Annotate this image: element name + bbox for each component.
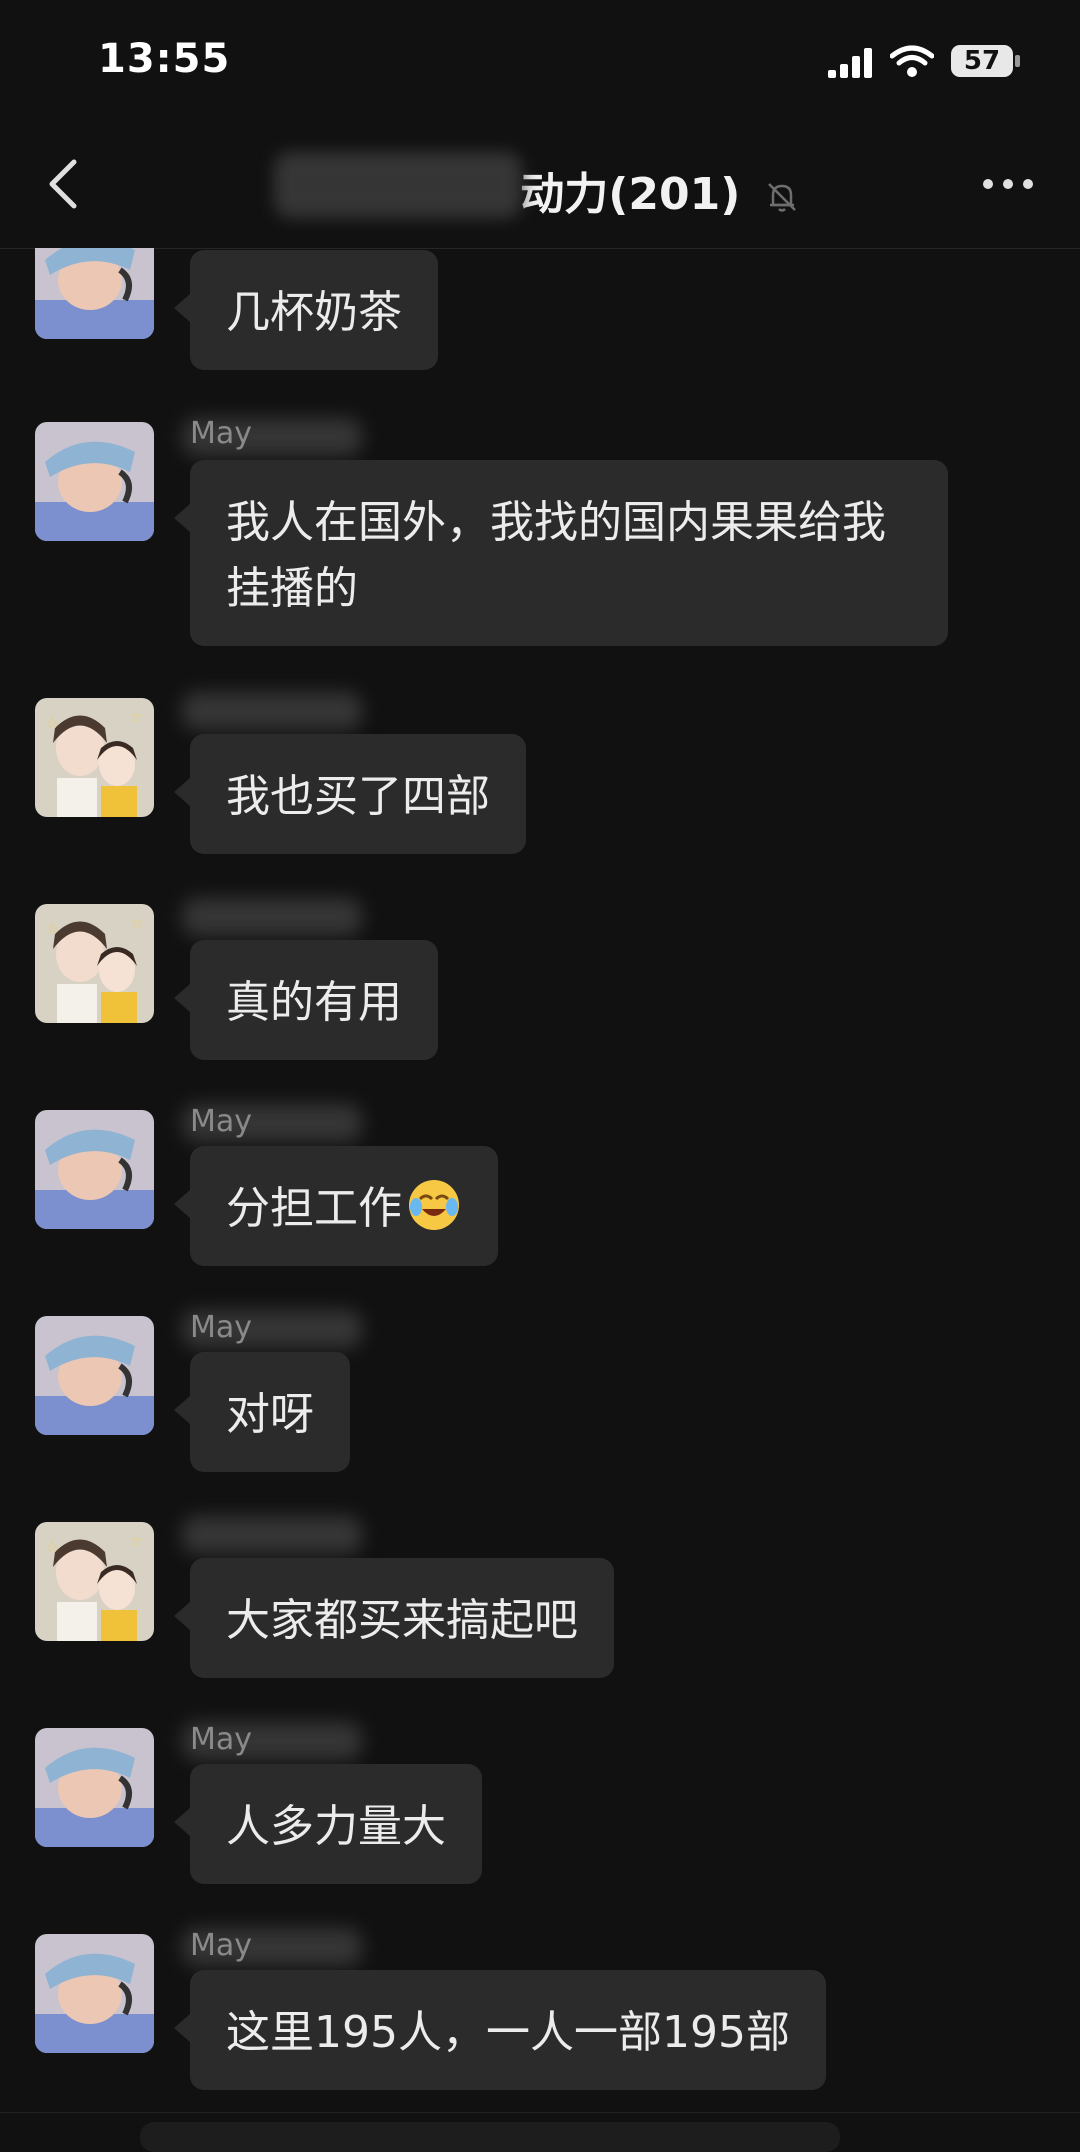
chat-title[interactable]: 动力(201) xyxy=(0,152,1080,222)
message-bubble[interactable]: 真的有用 xyxy=(174,940,438,1060)
message-text: 我也买了四部 xyxy=(226,771,490,822)
girls-avatar-image: ☆ ☆ xyxy=(35,1522,154,1641)
message-bubble[interactable]: 分担工作 xyxy=(174,1146,498,1266)
title-wrap: 动力(201) xyxy=(274,152,741,222)
boy-avatar-image xyxy=(35,1316,154,1435)
chat-message-list[interactable]: 几杯奶茶 May 我人在国外，我找的国内果果给我挂播的 ☆ ☆ 我也买了四部 ☆… xyxy=(0,248,1080,2118)
message-bubble[interactable]: 人多力量大 xyxy=(174,1764,482,1884)
message-input-area[interactable] xyxy=(140,2122,840,2152)
message-text: 几杯奶茶 xyxy=(226,287,402,338)
svg-text:☆: ☆ xyxy=(45,919,59,938)
message-text: 我人在国外，我找的国内果果给我挂播的 xyxy=(226,497,886,614)
message-text: 分担工作 xyxy=(226,1183,402,1234)
avatar[interactable] xyxy=(35,248,154,339)
svg-text:☆: ☆ xyxy=(45,1537,59,1556)
boy-avatar-image xyxy=(35,248,154,339)
message-bubble[interactable]: 大家都买来搞起吧 xyxy=(174,1558,614,1678)
title-suffix: 动力(201) xyxy=(520,169,741,220)
message-bubble[interactable]: 几杯奶茶 xyxy=(174,250,438,370)
ellipsis-icon[interactable] xyxy=(980,166,1036,202)
message-bubble[interactable]: 对呀 xyxy=(174,1352,350,1472)
avatar[interactable] xyxy=(35,1110,154,1229)
sender-name: May xyxy=(190,1104,253,1139)
boy-avatar-image xyxy=(35,422,154,541)
avatar[interactable] xyxy=(35,422,154,541)
wifi-icon xyxy=(890,45,934,77)
svg-text:☆: ☆ xyxy=(45,713,59,732)
message-text: 这里195人，一人一部195部 xyxy=(226,2007,790,2058)
status-bar: 13:55 57 xyxy=(0,0,1080,120)
svg-text:☆: ☆ xyxy=(131,710,144,726)
avatar[interactable]: ☆ ☆ xyxy=(35,1522,154,1641)
input-divider xyxy=(0,2112,1080,2113)
message-text: 人多力量大 xyxy=(226,1801,446,1852)
redacted-sender xyxy=(182,692,362,730)
avatar[interactable] xyxy=(35,1934,154,2053)
svg-text:☆: ☆ xyxy=(131,1534,144,1550)
sender-name: May xyxy=(190,416,253,451)
message-bubble[interactable]: 我人在国外，我找的国内果果给我挂播的 xyxy=(174,460,948,646)
boy-avatar-image xyxy=(35,1934,154,2053)
sender-name: May xyxy=(190,1928,253,1963)
redacted-group-name xyxy=(274,152,523,218)
status-time: 13:55 xyxy=(98,36,231,82)
redacted-sender xyxy=(182,898,362,936)
boy-avatar-image xyxy=(35,1728,154,1847)
message-bubble[interactable]: 这里195人，一人一部195部 xyxy=(174,1970,826,2090)
sender-name: May xyxy=(190,1722,253,1757)
chat-header: 动力(201) xyxy=(0,120,1080,249)
avatar[interactable]: ☆ ☆ xyxy=(35,904,154,1023)
message-text: 真的有用 xyxy=(226,977,402,1028)
message-text: 对呀 xyxy=(226,1389,314,1440)
girls-avatar-image: ☆ ☆ xyxy=(35,904,154,1023)
battery-level: 57 xyxy=(963,46,1001,76)
avatar[interactable] xyxy=(35,1728,154,1847)
message-text: 大家都买来搞起吧 xyxy=(226,1595,578,1646)
crying-laughing-emoji-icon xyxy=(409,1180,459,1230)
bell-slash-icon xyxy=(767,183,796,212)
svg-text:☆: ☆ xyxy=(131,916,144,932)
sender-name: May xyxy=(190,1310,253,1345)
redacted-sender xyxy=(182,1516,362,1554)
girls-avatar-image: ☆ ☆ xyxy=(35,698,154,817)
boy-avatar-image xyxy=(35,1110,154,1229)
avatar[interactable] xyxy=(35,1316,154,1435)
message-bubble[interactable]: 我也买了四部 xyxy=(174,734,526,854)
cellular-signal-icon xyxy=(828,48,872,78)
avatar[interactable]: ☆ ☆ xyxy=(35,698,154,817)
